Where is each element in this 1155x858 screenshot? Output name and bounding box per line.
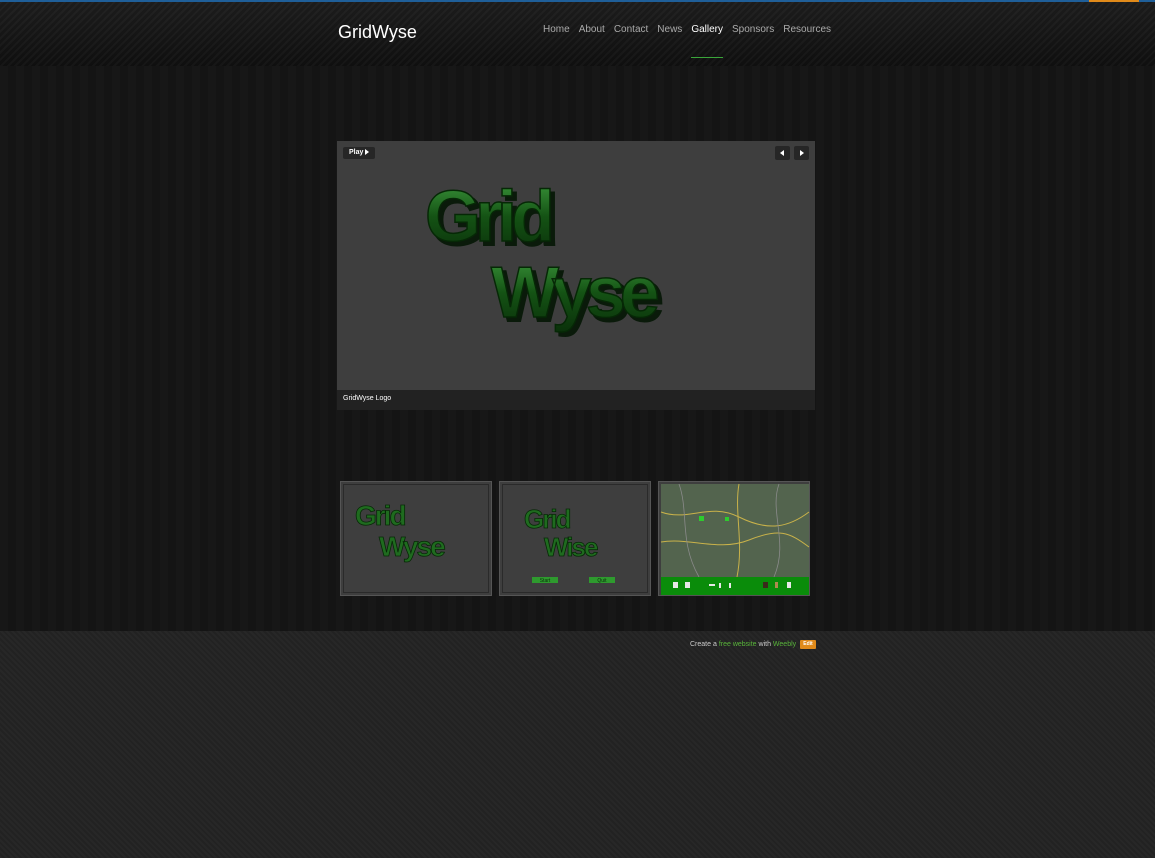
nav-news[interactable]: News (657, 24, 682, 58)
site-footer (0, 631, 1155, 858)
thumb1-line1: Grid (355, 500, 405, 531)
thumbnail-2[interactable]: Grid Wise Start Quit (499, 481, 651, 596)
nav-about[interactable]: About (579, 24, 605, 58)
site-logo[interactable]: GridWyse (338, 22, 417, 43)
thumbnail-map-image (660, 483, 810, 595)
logo-line1: Grid (425, 177, 551, 257)
thumb2-quit-label: Quit (597, 578, 607, 584)
thumb2-start-label: Start (540, 578, 551, 584)
logo-line2: Wyse (491, 253, 658, 333)
nav-sponsors[interactable]: Sponsors (732, 24, 774, 58)
site-header: GridWyse Home About Contact News Gallery… (0, 2, 1155, 66)
weebly-link[interactable]: Weebly (773, 641, 796, 648)
thumb1-line2: Wyse (379, 531, 445, 562)
slideshow: Play Grid Grid Wyse Wyse GridWyse Logo (337, 141, 815, 410)
footer-prefix: Create a (690, 641, 717, 648)
footer-middle: with (758, 641, 771, 648)
thumbnail-start-screen-image: Grid Wise Start Quit (524, 504, 615, 584)
slide-image-gridwyse-logo: Grid Grid Wyse Wyse (424, 176, 668, 338)
free-website-link[interactable]: free website (719, 641, 757, 648)
thumbnail-logo-image: Grid Wyse (355, 500, 448, 563)
thumb2-line1: Grid (524, 504, 571, 534)
thumbnail-3[interactable] (658, 481, 810, 596)
main-nav: Home About Contact News Gallery Sponsors… (543, 24, 840, 58)
nav-resources[interactable]: Resources (783, 24, 831, 58)
nav-gallery[interactable]: Gallery (691, 24, 723, 58)
caption-bar: GridWyse Logo (337, 390, 815, 410)
footer-credit: Create a free website with Weebly (690, 641, 796, 648)
thumbnail-1[interactable]: Grid Wyse (340, 481, 492, 596)
thumb2-line2: Wise (544, 532, 598, 562)
edit-button[interactable]: Edit (800, 640, 816, 649)
nav-contact[interactable]: Contact (614, 24, 648, 58)
slide-caption: GridWyse Logo (343, 395, 392, 402)
nav-home[interactable]: Home (543, 24, 570, 58)
